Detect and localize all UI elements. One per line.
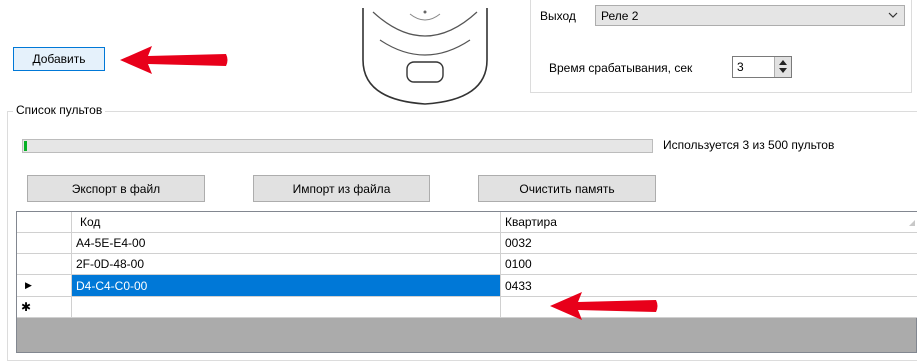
clear-memory-button-label: Очистить память — [519, 181, 615, 196]
import-button[interactable]: Импорт из файла — [253, 175, 430, 202]
remotes-group-title: Список пультов — [13, 103, 106, 117]
table-cell-apartment-text: 0433 — [505, 278, 532, 293]
stepper-down-icon[interactable] — [779, 68, 787, 74]
table-cell-code-text: A4-5E-E4-00 — [76, 236, 146, 250]
row-header-current[interactable]: ▶ — [17, 275, 72, 297]
table-cell-apartment[interactable]: 0100 — [501, 254, 917, 275]
new-row-cell-code[interactable] — [72, 297, 501, 318]
remotes-grid[interactable]: Код Квартира A4-5E-E4-00 0032 2F-0D-48-0… — [16, 211, 917, 353]
export-button-label: Экспорт в файл — [71, 181, 161, 196]
trigger-time-stepper[interactable]: 3 — [732, 56, 792, 78]
column-header-code-label: Код — [80, 215, 101, 229]
trigger-time-value: 3 — [737, 60, 744, 74]
row-header[interactable] — [17, 233, 72, 254]
arrow-pointer-apartment-icon — [550, 292, 658, 320]
usage-progress-bar — [22, 139, 653, 153]
grid-corner-header — [17, 212, 72, 233]
table-cell-apartment[interactable]: 0032 — [501, 233, 917, 254]
add-button[interactable]: Добавить — [13, 47, 105, 71]
output-select-value: Реле 2 — [601, 9, 639, 23]
table-cell-code-selected[interactable]: D4-C4-C0-00 — [72, 275, 501, 297]
stepper-buttons[interactable] — [774, 57, 791, 77]
remote-device-illustration — [362, 8, 488, 105]
arrow-pointer-add-icon — [120, 46, 228, 74]
trigger-time-label: Время срабатывания, сек — [549, 61, 693, 75]
usage-progress-fill — [24, 141, 27, 151]
column-header-apartment-label: Квартира — [505, 215, 557, 229]
clear-memory-button[interactable]: Очистить память — [478, 175, 656, 202]
output-select[interactable]: Реле 2 — [595, 5, 905, 26]
sort-glyph-icon — [909, 220, 915, 226]
current-row-marker-icon: ▶ — [25, 280, 32, 290]
table-cell-code[interactable]: 2F-0D-48-00 — [72, 254, 501, 275]
add-button-label: Добавить — [32, 52, 86, 66]
column-header-code[interactable]: Код — [72, 212, 501, 233]
table-cell-apartment-text: 0032 — [505, 236, 532, 250]
new-row-marker-icon: ✱ — [21, 300, 32, 314]
chevron-down-icon — [888, 12, 898, 18]
table-cell-apartment-text: 0100 — [505, 257, 532, 271]
row-header[interactable] — [17, 254, 72, 275]
import-button-label: Импорт из файла — [292, 181, 391, 196]
export-button[interactable]: Экспорт в файл — [27, 175, 205, 202]
table-cell-code[interactable]: A4-5E-E4-00 — [72, 233, 501, 254]
output-label: Выход — [540, 9, 576, 23]
table-cell-code-text: D4-C4-C0-00 — [76, 278, 148, 293]
column-header-apartment[interactable]: Квартира — [501, 212, 917, 233]
new-row-header[interactable]: ✱ — [17, 297, 72, 318]
stepper-up-icon[interactable] — [779, 59, 787, 65]
table-cell-code-text: 2F-0D-48-00 — [76, 257, 145, 271]
usage-text: Используется 3 из 500 пультов — [663, 138, 835, 152]
